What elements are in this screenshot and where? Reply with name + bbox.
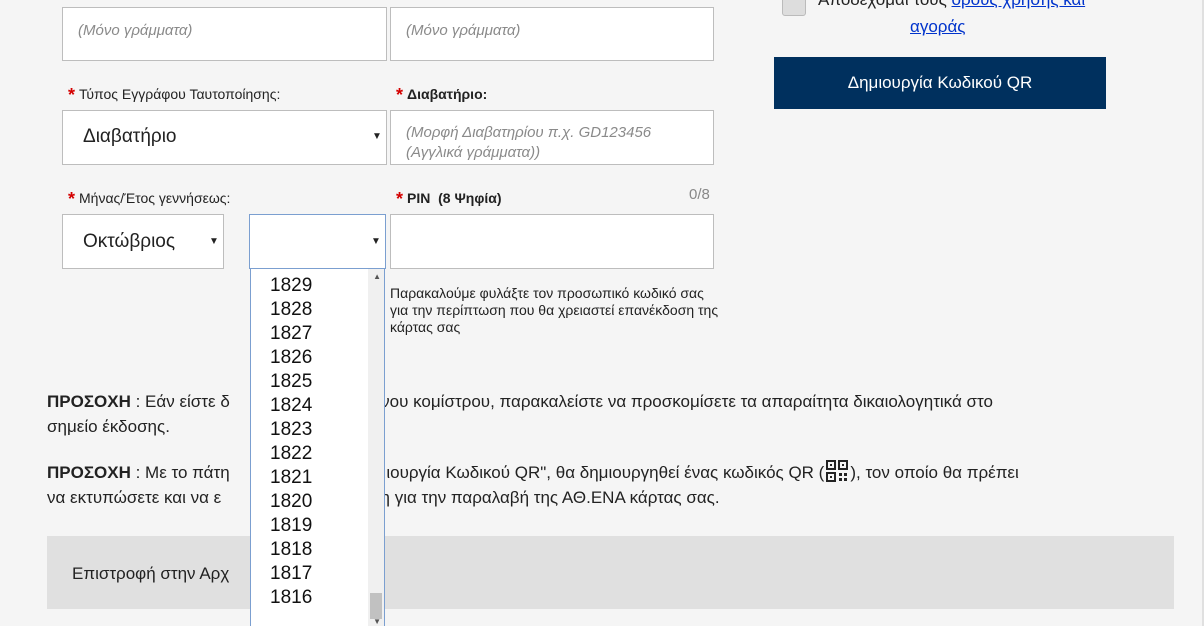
passport-label-text: Διαβατήριο: <box>407 86 488 102</box>
terms-link-2[interactable]: αγοράς <box>910 17 965 36</box>
chevron-down-icon: ▼ <box>372 131 382 142</box>
pin-label-hint: (8 Ψηφία) <box>438 190 502 206</box>
last-name-input[interactable]: (Μόνο γράμματα) <box>390 7 714 61</box>
pin-char-counter: 0/8 <box>689 186 710 203</box>
terms-label: Αποδέχομαι τους <box>818 0 947 9</box>
pin-input[interactable] <box>390 214 714 269</box>
notice-2-line2-a: να εκτυπώσετε και να ε <box>47 488 222 507</box>
chevron-down-icon: ▼ <box>371 236 381 247</box>
birth-label: * Μήνας/Έτος γεννήσεως: <box>68 187 231 209</box>
footer-bar: Επιστροφή στην Αρχ <box>47 536 1174 609</box>
notice-2-line2-b: εκδότη για την παραλαβή της ΑΘ.ΕΝΑ κάρτα… <box>339 488 720 507</box>
notice-1: ΠΡΟΣΟΧΗ : Εάν είστε δ μένου κομίστρου, πα… <box>47 389 1157 439</box>
required-star: * <box>68 85 76 105</box>
year-option[interactable]: 1817 <box>270 563 312 585</box>
year-option[interactable]: 1820 <box>270 491 312 513</box>
required-star: * <box>396 189 404 209</box>
pin-label-text: PIN <box>407 190 431 206</box>
terms-text-line2: αγοράς <box>910 17 965 37</box>
terms-text: Αποδέχομαι τους όρους χρήσης και <box>818 0 1085 10</box>
pin-label: * PIN (8 Ψηφία) <box>396 187 502 209</box>
notice-1-text-b: μένου κομίστρου, παρακαλείστε να προσκομ… <box>363 392 993 411</box>
year-option[interactable]: 1827 <box>270 323 312 345</box>
first-name-input[interactable]: (Μόνο γράμματα) <box>62 7 387 61</box>
create-qr-button[interactable]: Δημιουργία Κωδικού QR <box>774 57 1106 109</box>
notice-2: ΠΡΟΣΟΧΗ : Με το πάτη ύ "Δημιουργία Κωδικο… <box>47 460 1157 510</box>
notice-1-line2: σημείο έκδοσης. <box>47 417 170 436</box>
birth-month-select[interactable]: Οκτώβριος ▼ <box>62 214 224 269</box>
year-option[interactable]: 1822 <box>270 443 312 465</box>
year-option[interactable]: 1826 <box>270 347 312 369</box>
qr-code-icon <box>826 460 849 482</box>
doc-type-select[interactable]: Διαβατήριο ▼ <box>62 110 387 165</box>
required-star: * <box>396 85 404 105</box>
birth-month-value: Οκτώβριος <box>83 231 176 252</box>
year-option[interactable]: 1824 <box>270 395 312 417</box>
year-option[interactable]: 1818 <box>270 539 312 561</box>
notice-2-text-c: ), τον οποίο θα πρέπει <box>850 463 1019 482</box>
doc-type-label: * Τύπος Εγγράφου Ταυτοποίησης: <box>68 83 281 105</box>
doc-type-label-text: Τύπος Εγγράφου Ταυτοποίησης: <box>79 86 281 102</box>
required-star: * <box>68 189 76 209</box>
year-option[interactable]: 1816 <box>270 587 312 609</box>
notice-2-bold: ΠΡΟΣΟΧΗ <box>47 463 131 482</box>
passport-label: * Διαβατήριο: <box>396 83 488 105</box>
birth-year-select[interactable]: ▼ <box>249 214 386 269</box>
terms-link[interactable]: όρους χρήσης και <box>952 0 1086 9</box>
year-option[interactable]: 1825 <box>270 371 312 393</box>
notice-2-text-a: : Με το πάτη <box>130 463 230 482</box>
last-name-placeholder: (Μόνο γράμματα) <box>406 22 521 39</box>
year-option[interactable]: 1823 <box>270 419 312 441</box>
create-qr-button-label: Δημιουργία Κωδικού QR <box>847 73 1033 92</box>
birth-label-text: Μήνας/Έτος γεννήσεως: <box>79 190 231 206</box>
scrollbar-thumb[interactable] <box>370 593 382 619</box>
notice-1-text-a: : Εάν είστε δ <box>130 392 230 411</box>
scroll-up-icon[interactable]: ▲ <box>373 272 381 281</box>
year-option[interactable]: 1821 <box>270 467 312 489</box>
chevron-down-icon: ▼ <box>209 236 219 247</box>
year-option[interactable]: 1819 <box>270 515 312 537</box>
passport-input[interactable]: (Μορφή Διαβατηρίου π.χ. GD123456 (Αγγλικ… <box>390 110 714 165</box>
back-home-link[interactable]: Επιστροφή στην Αρχ <box>72 564 229 584</box>
dropdown-scrollbar[interactable]: ▲ ▼ <box>368 269 384 626</box>
terms-checkbox[interactable] <box>782 0 806 16</box>
year-option[interactable]: 1829 <box>270 275 312 297</box>
scroll-down-icon[interactable]: ▼ <box>373 617 381 626</box>
pin-hint: Παρακαλούμε φυλάξτε τον προσωπικό κωδικό… <box>390 285 719 335</box>
notice-2-text-b: ύ "Δημιουργία Κωδικού QR", θα δημιουργηθ… <box>335 463 825 482</box>
year-option[interactable]: 1828 <box>270 299 312 321</box>
notice-1-bold: ΠΡΟΣΟΧΗ <box>47 392 131 411</box>
first-name-placeholder: (Μόνο γράμματα) <box>78 22 193 39</box>
passport-placeholder: (Μορφή Διαβατηρίου π.χ. GD123456 (Αγγλικ… <box>406 124 652 161</box>
year-dropdown-list[interactable]: ▲ ▼ 1829 1828 1827 1826 1825 1824 1823 1822 1821… <box>250 269 385 626</box>
doc-type-value: Διαβατήριο <box>83 126 177 147</box>
